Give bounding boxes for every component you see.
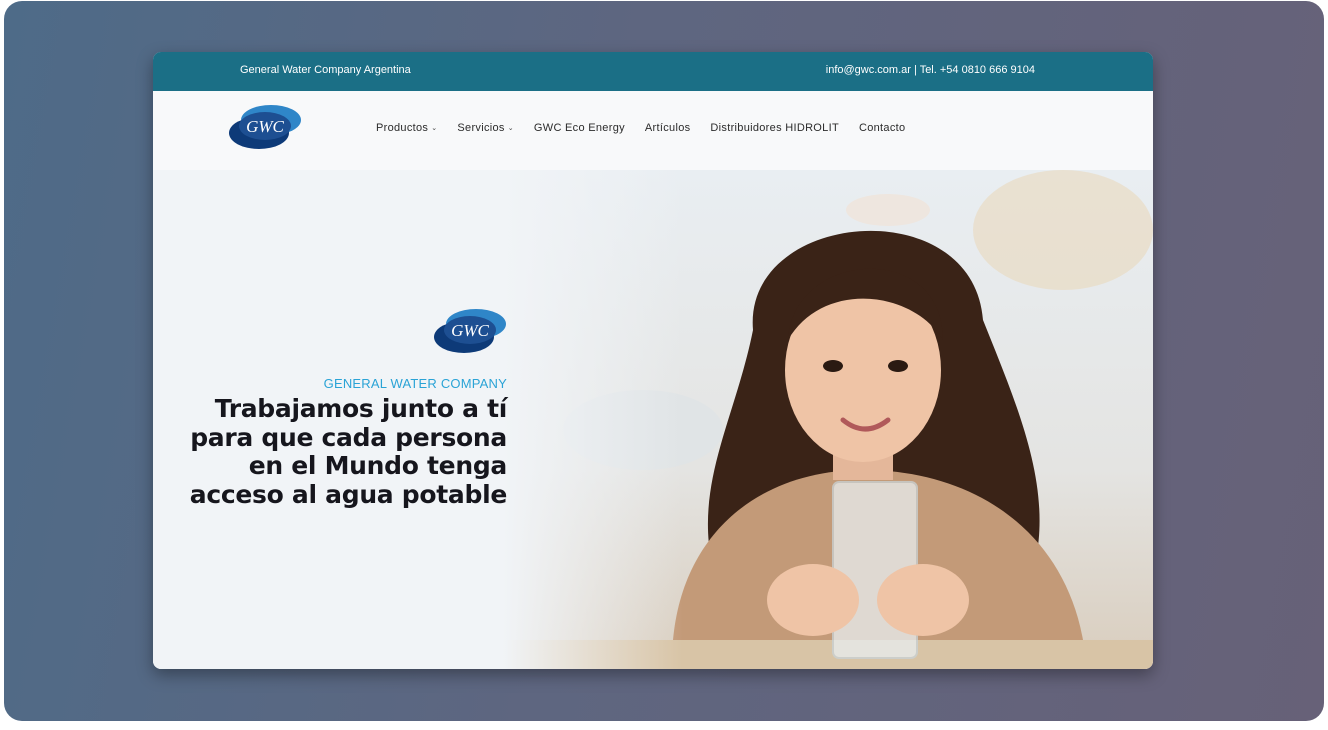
nav-item-contacto[interactable]: Contacto — [859, 122, 905, 134]
main-navbar: GWC Productos ⌄ Servicios ⌄ GWC Eco Energy… — [153, 91, 1153, 170]
contact-info[interactable]: info@gwc.com.ar | Tel. +54 0810 666 9104 — [826, 64, 1035, 76]
hero-eyebrow: GENERAL WATER COMPANY — [323, 376, 507, 391]
website-window: General Water Company Argentina info@gwc… — [153, 52, 1153, 669]
hero-logo: GWC — [434, 308, 506, 354]
logo-text: GWC — [246, 117, 284, 136]
nav-label: Distribuidores HIDROLIT — [710, 122, 839, 134]
nav-label: GWC Eco Energy — [533, 122, 625, 134]
site-logo[interactable]: GWC — [229, 104, 301, 150]
nav-item-servicios[interactable]: Servicios ⌄ — [457, 122, 514, 134]
headline-line: en el Mundo tenga — [248, 451, 508, 480]
nav-item-articulos[interactable]: Artículos — [645, 122, 691, 134]
nav-item-distribuidores[interactable]: Distribuidores HIDROLIT — [710, 122, 839, 134]
nav-label: Artículos — [644, 122, 691, 134]
chevron-down-icon: ⌄ — [507, 125, 514, 132]
headline-line: Trabajamos junto a tí — [214, 394, 508, 423]
nav-label: Contacto — [858, 122, 906, 134]
nav-item-productos[interactable]: Productos ⌄ — [376, 122, 437, 134]
top-bar: General Water Company Argentina info@gwc… — [153, 52, 1153, 91]
headline-line: para que cada persona — [190, 422, 507, 452]
hero-section: GWC GENERAL WATER COMPANY Trabajamos jun… — [153, 170, 1153, 669]
photo-fade-overlay — [503, 170, 683, 669]
chevron-down-icon: ⌄ — [431, 125, 438, 132]
primary-nav: Productos ⌄ Servicios ⌄ GWC Eco Energy Art… — [376, 122, 905, 134]
headline-line: acceso al agua potable — [189, 479, 508, 509]
logo-text: GWC — [451, 321, 489, 340]
nav-label: Servicios — [457, 122, 505, 134]
gwc-logo-icon: GWC — [229, 105, 301, 149]
gwc-logo-icon: GWC — [434, 309, 506, 353]
nav-label: Productos — [376, 122, 429, 134]
hero-headline: Trabajamos junto a tí para que cada pers… — [167, 394, 508, 509]
company-name: General Water Company Argentina — [240, 64, 411, 76]
nav-item-gwc-eco-energy[interactable]: GWC Eco Energy — [534, 122, 625, 134]
